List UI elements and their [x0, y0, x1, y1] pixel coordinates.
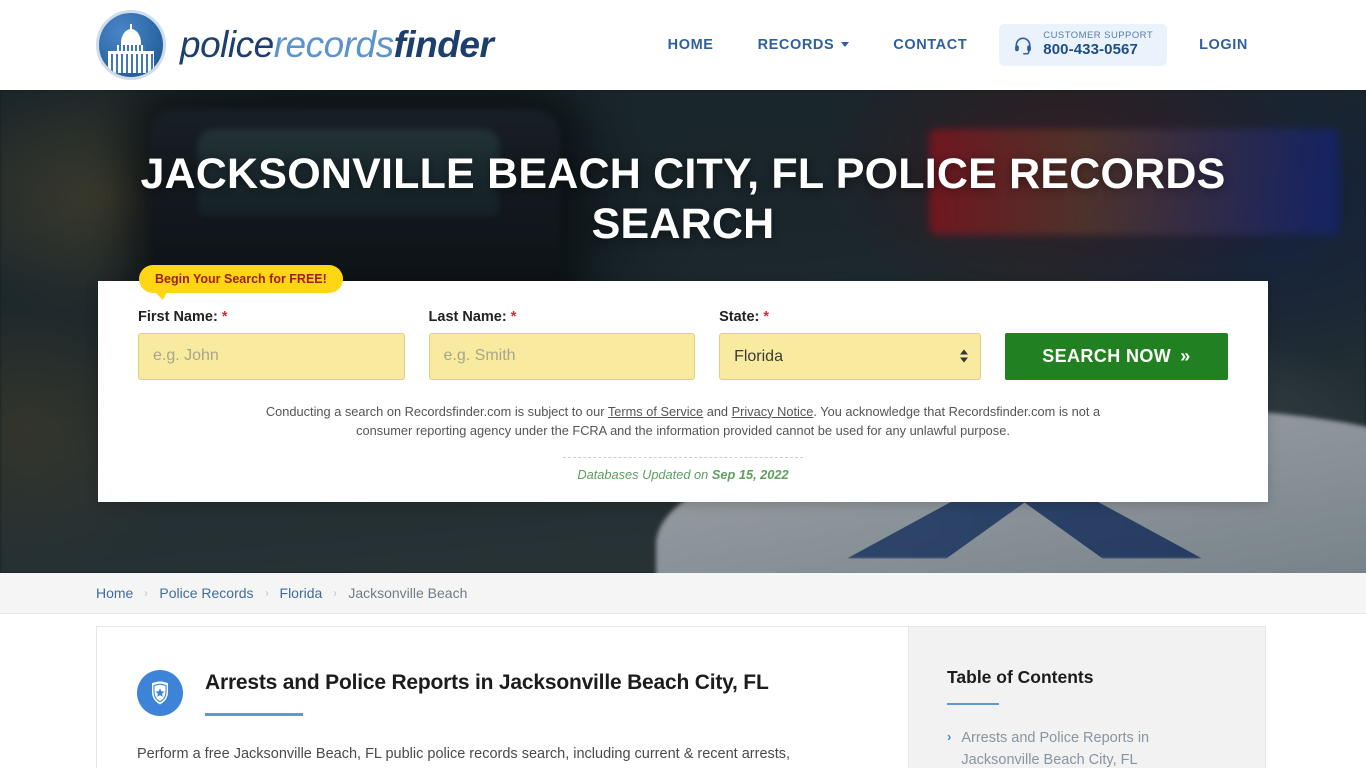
- logo-part-finder: finder: [393, 24, 494, 65]
- breadcrumb-current: Jacksonville Beach: [348, 585, 468, 601]
- nav-records[interactable]: RECORDS: [736, 37, 872, 53]
- required-marker: *: [763, 308, 770, 325]
- search-now-button[interactable]: SEARCH NOW »: [1004, 332, 1229, 380]
- nav-login[interactable]: LOGIN: [1177, 37, 1270, 53]
- logo-part-police: police: [180, 24, 274, 65]
- section-header: Arrests and Police Reports in Jacksonvil…: [137, 667, 868, 716]
- terms-of-service-link[interactable]: Terms of Service: [608, 404, 703, 419]
- chevron-right-icon: ›: [264, 586, 269, 600]
- toc-item-arrests-and-police-reports[interactable]: › Arrests and Police Reports in Jacksonv…: [947, 727, 1231, 768]
- support-phone: 800-433-0567: [1043, 40, 1138, 58]
- privacy-notice-link[interactable]: Privacy Notice: [732, 404, 814, 419]
- chevron-right-icon: ›: [947, 729, 952, 744]
- nav-records-label: RECORDS: [757, 36, 835, 53]
- content-area: Arrests and Police Reports in Jacksonvil…: [0, 626, 1366, 768]
- search-now-label: SEARCH NOW: [1042, 345, 1172, 366]
- disclaimer-part-1: Conducting a search on Recordsfinder.com…: [265, 403, 608, 419]
- hero-section: JACKSONVILLE BEACH CITY, FL POLICE RECOR…: [0, 90, 1366, 573]
- chevron-down-icon: [841, 42, 850, 48]
- search-disclaimer: Conducting a search on Recordsfinder.com…: [253, 402, 1113, 440]
- site-logo[interactable]: policerecordsfinder: [96, 10, 494, 80]
- toc-list: › Arrests and Police Reports in Jacksonv…: [947, 727, 1231, 768]
- state-label-text: State:: [719, 308, 760, 325]
- section-paragraph: Perform a free Jacksonville Beach, FL pu…: [137, 746, 791, 762]
- state-select[interactable]: Florida: [719, 332, 981, 380]
- first-name-input[interactable]: [138, 332, 405, 380]
- required-marker: *: [221, 308, 228, 325]
- required-marker: *: [510, 308, 517, 325]
- breadcrumb-item-florida[interactable]: Florida: [280, 585, 323, 601]
- updated-prefix: Databases Updated on: [577, 467, 712, 483]
- databases-updated-text: Databases Updated on Sep 15, 2022: [138, 467, 1228, 482]
- site-header: policerecordsfinder HOME RECORDS CONTACT…: [0, 0, 1366, 90]
- breadcrumb-item-home[interactable]: Home: [96, 585, 133, 601]
- last-name-label: Last Name: *: [429, 309, 696, 325]
- state-field-group: State: * Florida: [719, 309, 981, 380]
- state-label: State: *: [719, 309, 981, 325]
- updated-date: Sep 15, 2022: [711, 467, 789, 483]
- search-form-card: Begin Your Search for FREE! First Name: …: [98, 264, 1268, 503]
- last-name-field-group: Last Name: *: [428, 309, 696, 380]
- first-name-label: First Name: *: [138, 309, 405, 325]
- customer-support-button[interactable]: CUSTOMER SUPPORT 800-433-0567: [999, 24, 1168, 66]
- last-name-label-text: Last Name:: [428, 308, 507, 325]
- headset-icon: [1015, 37, 1032, 55]
- breadcrumb-bar: Home › Police Records › Florida › Jackso…: [0, 573, 1366, 614]
- breadcrumb-item-police-records[interactable]: Police Records: [159, 585, 253, 601]
- chevron-right-icon: ›: [144, 586, 148, 600]
- toc-title: Table of Contents: [947, 667, 1094, 687]
- first-name-field-group: First Name: *: [138, 309, 405, 380]
- free-search-badge: Begin Your Search for FREE!: [139, 264, 343, 300]
- title-accent-bar: [205, 713, 303, 716]
- toc-accent-bar: [947, 703, 999, 705]
- page-title: JACKSONVILLE BEACH CITY, FL POLICE RECOR…: [140, 150, 1226, 248]
- main-content-card: Arrests and Police Reports in Jacksonvil…: [96, 626, 908, 768]
- chevron-right-icon: ›: [333, 586, 337, 600]
- breadcrumb: Home › Police Records › Florida › Jackso…: [96, 585, 467, 601]
- main-navigation: HOME RECORDS CONTACT CUSTOMER SUPPORT 80…: [646, 24, 1270, 66]
- toc-item-label: Arrests and Police Reports in Jacksonvil…: [961, 730, 1150, 768]
- disclaimer-part-2: and: [703, 403, 732, 419]
- nav-home[interactable]: HOME: [646, 37, 736, 53]
- search-form-row: First Name: * Last Name: * State: *: [138, 309, 1229, 380]
- double-chevron-right-icon: »: [1180, 345, 1191, 366]
- table-of-contents-sidebar: Table of Contents › Arrests and Police R…: [908, 626, 1266, 768]
- divider: [563, 457, 803, 459]
- databases-updated-block: Databases Updated on Sep 15, 2022: [138, 457, 1228, 482]
- first-name-label-text: First Name:: [138, 308, 218, 325]
- police-badge-icon: [137, 670, 183, 716]
- logo-wordmark: policerecordsfinder: [180, 24, 494, 66]
- logo-part-records: records: [273, 24, 394, 65]
- nav-contact[interactable]: CONTACT: [871, 37, 989, 53]
- section-title: Arrests and Police Reports in Jacksonvil…: [205, 671, 769, 694]
- capitol-dome-icon: [96, 10, 166, 80]
- last-name-input[interactable]: [428, 332, 696, 380]
